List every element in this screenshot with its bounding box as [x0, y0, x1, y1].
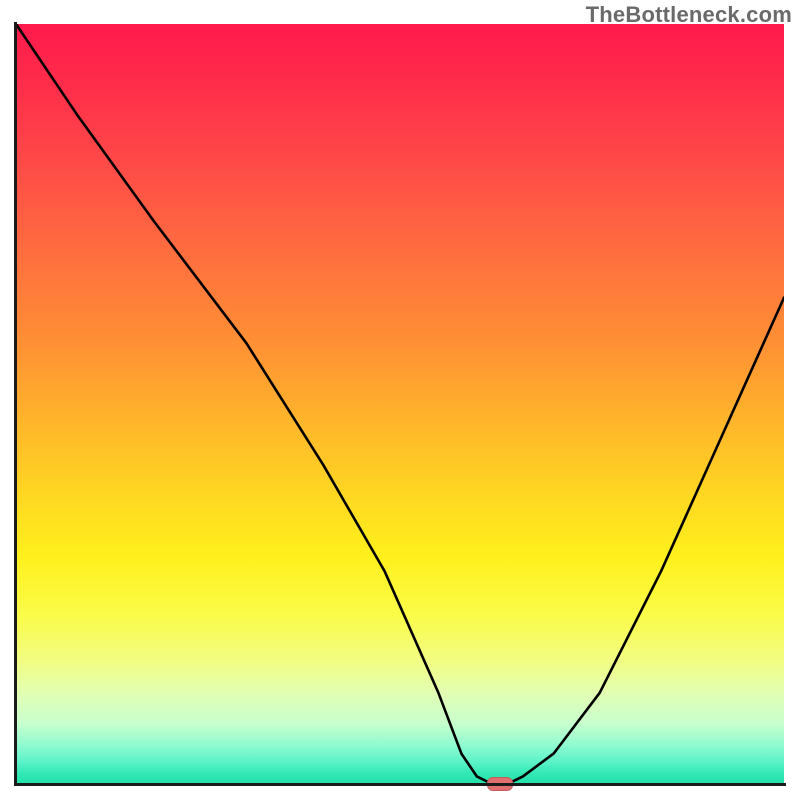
x-axis — [14, 783, 786, 786]
y-axis — [14, 22, 17, 786]
curve-path — [16, 24, 784, 784]
chart-container: TheBottleneck.com — [0, 0, 800, 800]
bottleneck-curve — [16, 24, 784, 784]
